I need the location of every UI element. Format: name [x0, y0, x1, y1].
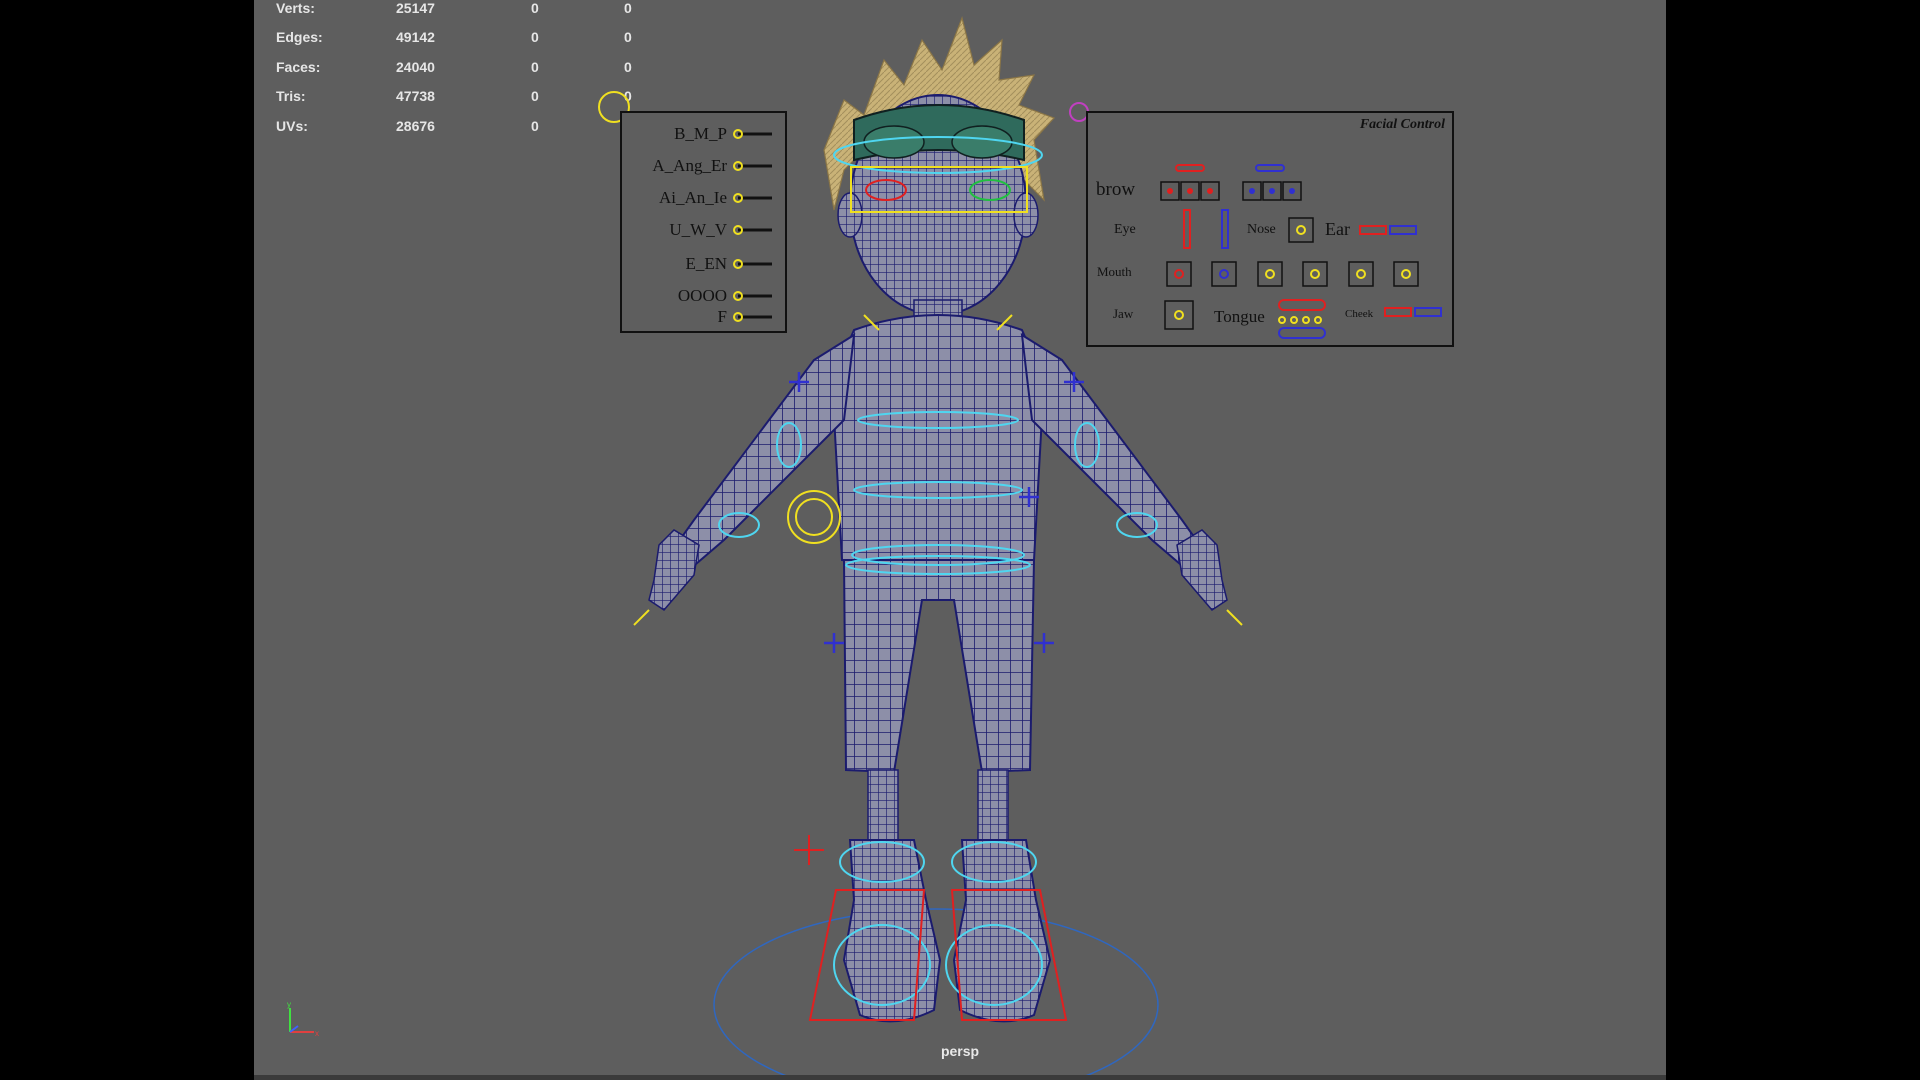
- shin-left-mesh: [867, 769, 899, 841]
- phoneme-label: A_Ang_Er: [652, 156, 727, 175]
- svg-text:y: y: [287, 1000, 291, 1009]
- phoneme-label: B_M_P: [674, 124, 727, 143]
- phoneme-label: E_EN: [685, 254, 727, 273]
- nose-control[interactable]: [1288, 217, 1314, 243]
- facial-panel-anchor[interactable]: [1069, 102, 1089, 122]
- hand-right-mesh: [1176, 529, 1228, 611]
- phoneme-label: F: [718, 307, 727, 326]
- facial-control-panel[interactable]: Facial Control brow Eye Nose Ear Mouth J…: [1086, 111, 1454, 347]
- 3d-viewport[interactable]: Verts: 25147 0 0 Edges: 49142 0 0 Faces:…: [254, 0, 1666, 1075]
- shin-right-mesh: [977, 769, 1009, 841]
- arm-left-mesh: [667, 333, 856, 572]
- finger-controls[interactable]: [633, 609, 1243, 626]
- mouth-smile[interactable]: [1393, 261, 1419, 287]
- goggle-lens-left: [863, 125, 925, 159]
- camera-label: persp: [940, 1043, 980, 1059]
- mouth-label: Mouth: [1097, 264, 1132, 279]
- phoneme-label: OOOO: [678, 286, 727, 305]
- mouth-corner-left[interactable]: [1166, 261, 1192, 287]
- shorts-mesh: [842, 559, 1036, 774]
- cheek-label: Cheek: [1345, 308, 1374, 320]
- ear-label: Ear: [1325, 219, 1350, 239]
- jaw-label: Jaw: [1113, 306, 1134, 321]
- phoneme-label: Ai_An_Ie: [659, 188, 727, 207]
- arm-right-mesh: [1020, 333, 1209, 572]
- svg-text:x: x: [315, 1029, 319, 1038]
- facial-panel-title: Facial Control: [1359, 117, 1445, 132]
- phoneme-label: U_W_V: [669, 220, 727, 239]
- hand-left-mesh: [648, 529, 700, 611]
- phoneme-control-panel[interactable]: B_M_P A_Ang_Er Ai_An_Ie U_W_V E_EN OOOO F: [620, 111, 787, 333]
- view-axis-icon: y x: [287, 1000, 319, 1038]
- mouth-lower-lip[interactable]: [1302, 261, 1328, 287]
- eye-label: Eye: [1114, 222, 1136, 237]
- scene: B_M_P A_Ang_Er Ai_An_Ie U_W_V E_EN OOOO F Faci…: [598, 16, 1454, 1075]
- jaw-control[interactable]: [1164, 300, 1194, 330]
- nose-label: Nose: [1247, 222, 1276, 237]
- ik-fk-switch-inner[interactable]: [795, 498, 833, 536]
- viewport-bottom-bar: [254, 1075, 1666, 1080]
- tongue-label: Tongue: [1214, 307, 1265, 326]
- mouth-upper-lip[interactable]: [1257, 261, 1283, 287]
- mouth-corner-right[interactable]: [1211, 261, 1237, 287]
- goggle-lens-right: [951, 125, 1013, 159]
- torso-mesh: [830, 314, 1046, 569]
- knee-pole-left[interactable]: [794, 835, 824, 865]
- mouth-pucker[interactable]: [1348, 261, 1374, 287]
- brow-label: brow: [1096, 179, 1135, 200]
